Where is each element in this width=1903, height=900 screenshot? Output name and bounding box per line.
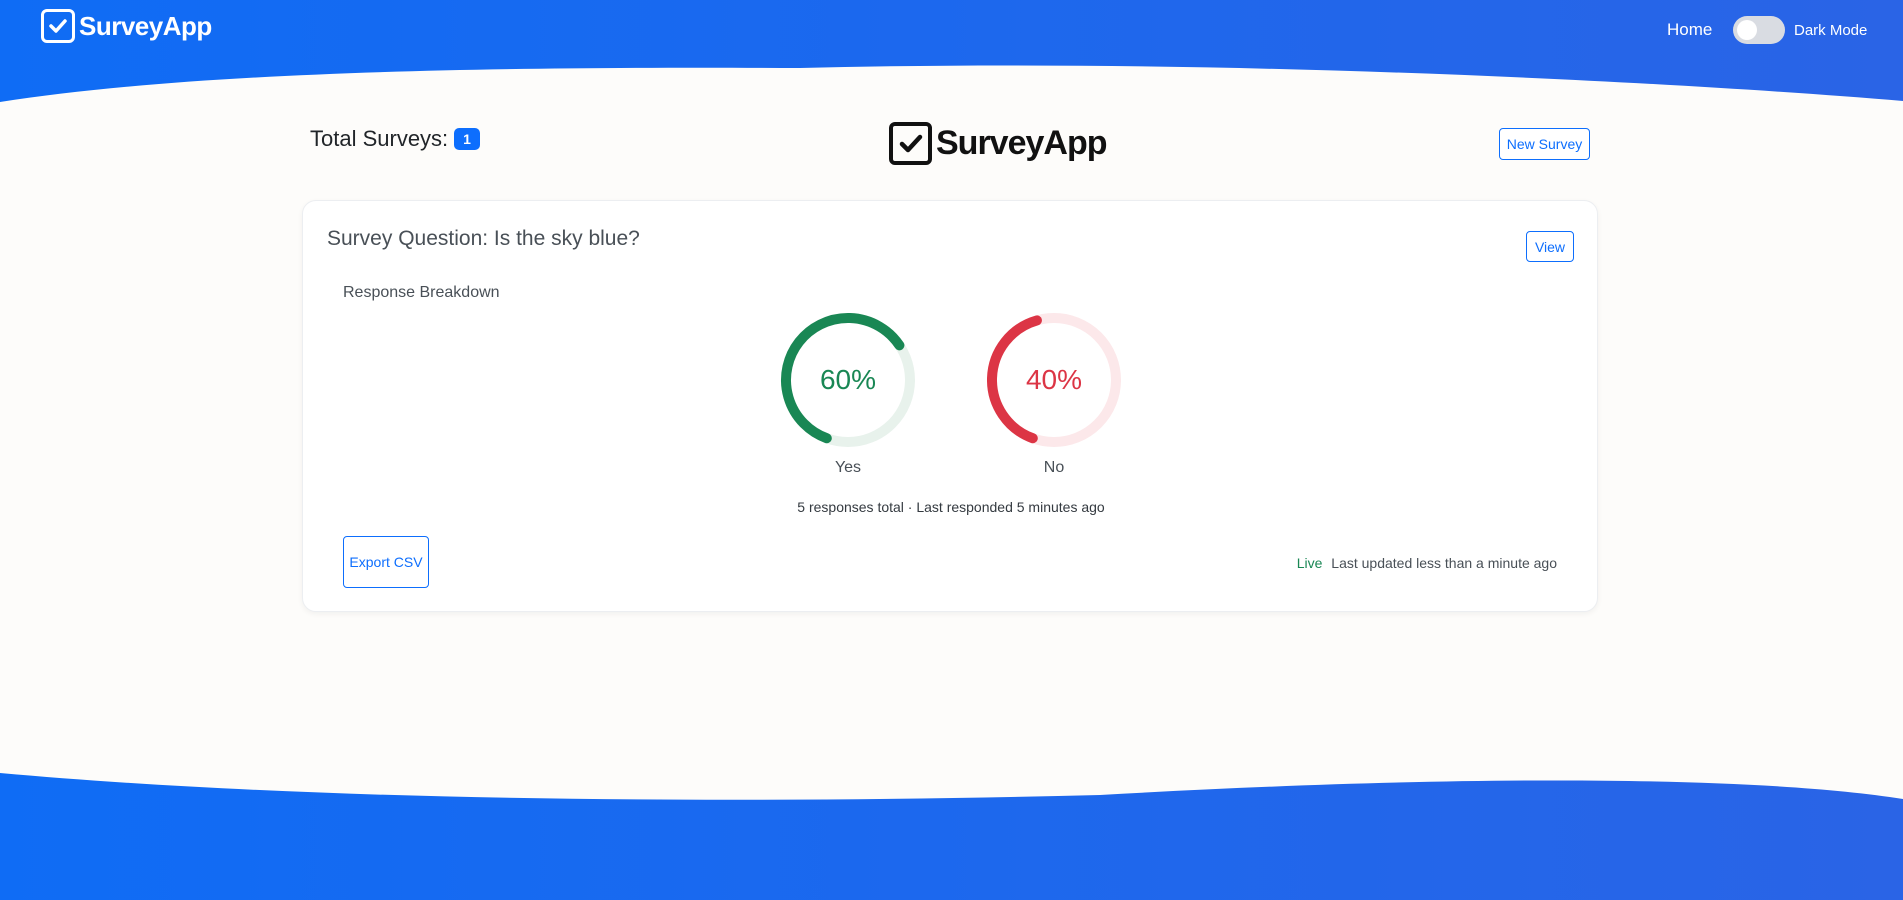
check-square-icon (41, 9, 75, 43)
total-surveys-badge: 1 (454, 128, 480, 150)
check-square-icon (889, 122, 932, 165)
dark-mode-toggle[interactable] (1733, 16, 1785, 44)
total-surveys-label: Total Surveys: (310, 126, 449, 151)
option-label-no: No (1043, 459, 1065, 476)
center-logo: SurveyApp (889, 122, 1107, 165)
option-label-yes: Yes (834, 459, 862, 476)
donut-percent-yes: 60% (819, 364, 877, 395)
toggle-knob (1737, 20, 1757, 40)
brand-link[interactable]: SurveyApp (41, 9, 212, 43)
total-surveys: Total Surveys: 1 (310, 126, 480, 152)
donut-chart-no: 40% (983, 309, 1125, 451)
export-csv-button[interactable]: Export CSV (343, 536, 429, 588)
last-updated-text: Last updated less than a minute ago (1331, 555, 1557, 571)
view-survey-button[interactable]: View (1526, 231, 1574, 262)
live-status: Live Last updated less than a minute ago (1297, 555, 1557, 571)
dark-mode-label: Dark Mode (1794, 22, 1868, 39)
survey-question-title: Survey Question: Is the sky blue? (327, 227, 640, 250)
donut-chart-yes: 60% (777, 309, 919, 451)
donut-percent-no: 40% (1025, 364, 1083, 395)
brand-name: SurveyApp (79, 10, 212, 41)
nav-home-link[interactable]: Home (1667, 20, 1712, 40)
center-logo-text: SurveyApp (936, 124, 1107, 162)
survey-card: Survey Question: Is the sky blue? View R… (302, 200, 1598, 612)
live-indicator: Live (1296, 555, 1323, 571)
response-breakdown-title: Response Breakdown (343, 284, 500, 301)
footer-wave-background (0, 773, 1903, 900)
new-survey-button[interactable]: New Survey (1499, 128, 1590, 160)
navbar: SurveyApp Home Dark Mode (0, 0, 1903, 60)
responses-summary: 5 responses total · Last responded 5 min… (797, 499, 1105, 515)
